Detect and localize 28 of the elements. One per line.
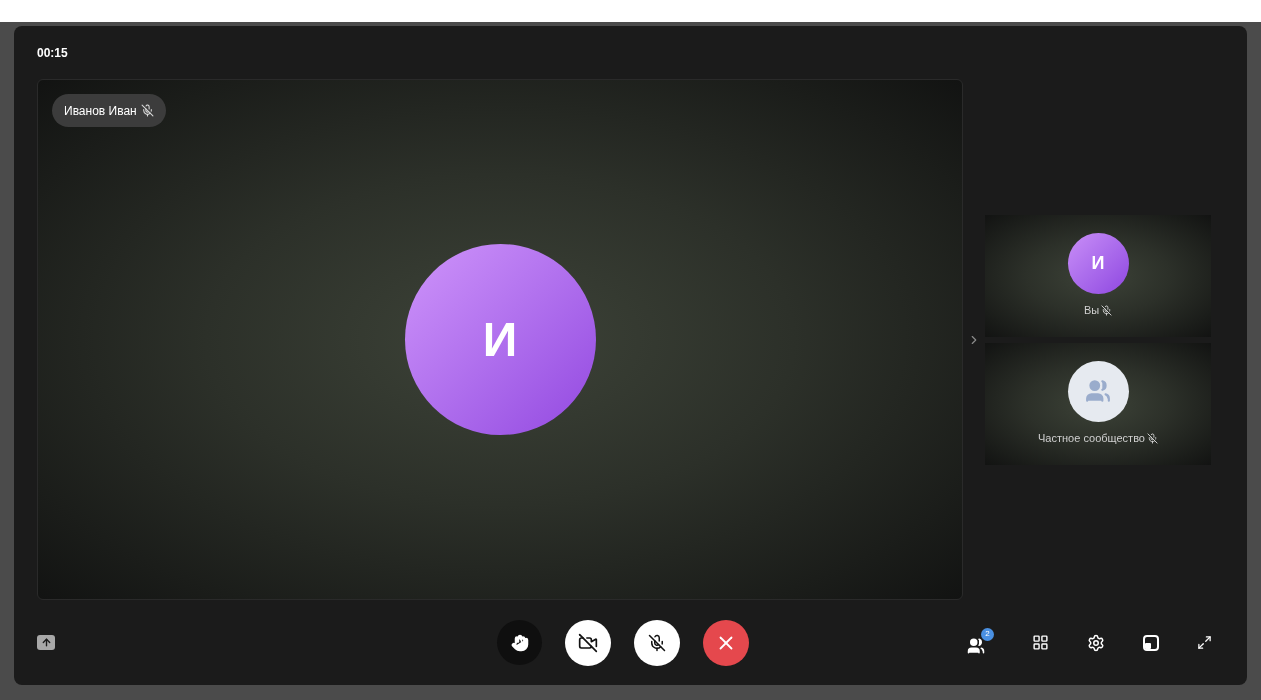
call-timer: 00:15 (37, 44, 68, 62)
avatar: И (404, 244, 596, 435)
picture-in-picture-button[interactable] (1143, 634, 1159, 651)
participant-name: Иванов Иван (64, 102, 137, 120)
participant-name: Вы (1083, 302, 1100, 318)
hand-icon (510, 633, 529, 652)
layout-button[interactable] (1032, 634, 1049, 651)
fullscreen-icon (1197, 635, 1212, 650)
mic-off-icon (648, 633, 666, 652)
end-call-button[interactable] (703, 619, 749, 666)
people-icon (967, 636, 985, 655)
inner-window-icon (1145, 642, 1151, 649)
participant-tile[interactable]: И Вы (985, 214, 1211, 337)
participant-tile[interactable]: Частное сообщество (985, 342, 1211, 465)
mic-button[interactable] (634, 619, 680, 666)
camera-button[interactable] (565, 619, 611, 666)
raise-hand-button[interactable] (497, 620, 542, 665)
participant-name: Частное сообщество (1038, 430, 1145, 446)
fullscreen-button[interactable] (1197, 635, 1212, 650)
people-icon (1085, 378, 1111, 405)
avatar: И (1067, 232, 1129, 294)
participant-count-badge: 2 (981, 627, 994, 641)
grid-icon (1032, 634, 1049, 651)
camera-off-icon (578, 632, 598, 653)
settings-button[interactable] (1087, 633, 1105, 652)
share-screen-button[interactable] (37, 635, 55, 650)
settings-icon (1087, 633, 1105, 652)
upload-icon (40, 637, 52, 648)
